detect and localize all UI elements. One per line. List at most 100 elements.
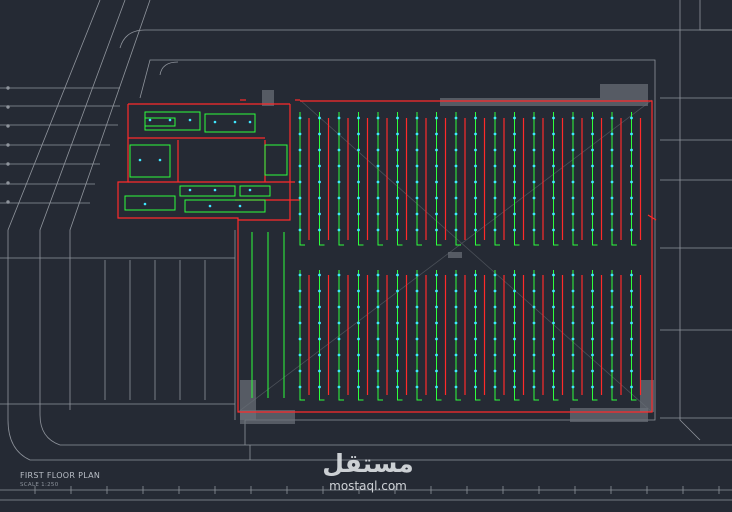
fixture-dot bbox=[298, 369, 302, 373]
fixture-dot bbox=[435, 196, 438, 200]
fixture-dot bbox=[513, 180, 516, 184]
fixture-dot bbox=[138, 158, 142, 162]
fixture-dot bbox=[376, 180, 380, 184]
fixture-dot bbox=[376, 212, 380, 216]
fixture-dot bbox=[532, 305, 536, 309]
drawing-scale: SCALE 1:250 bbox=[20, 482, 59, 488]
fixture-dot bbox=[552, 289, 555, 293]
fixture-dot bbox=[591, 116, 594, 120]
site-line bbox=[159, 61, 179, 76]
circuit-run bbox=[358, 112, 364, 246]
office-circuit bbox=[129, 144, 171, 178]
fixture-dot bbox=[435, 180, 438, 184]
fixture-dot bbox=[454, 385, 458, 389]
fixture-dot bbox=[435, 116, 438, 120]
fixture-dot bbox=[552, 337, 555, 341]
drawing-title: FIRST FLOOR PLAN bbox=[20, 471, 101, 480]
fixture-dot bbox=[474, 369, 477, 373]
fixture-dot bbox=[158, 158, 162, 162]
fixture-dot bbox=[591, 132, 594, 136]
fixture-dot bbox=[415, 353, 419, 357]
fixture-dot bbox=[318, 164, 321, 168]
circuit-run bbox=[553, 270, 559, 401]
circuit-run bbox=[436, 270, 442, 401]
grid-node bbox=[6, 143, 10, 147]
fixture-dot bbox=[376, 116, 380, 120]
fixture-dot bbox=[248, 188, 252, 192]
circuit-run bbox=[533, 270, 539, 401]
fixture-dot bbox=[415, 369, 419, 373]
fixture-dot bbox=[513, 116, 516, 120]
fixture-dot bbox=[213, 120, 217, 124]
fixture-dot bbox=[532, 212, 536, 216]
fixture-dot bbox=[474, 180, 477, 184]
fixture-dot bbox=[513, 164, 516, 168]
circuit-run bbox=[592, 270, 598, 401]
fixture-dot bbox=[571, 353, 575, 357]
circuit-run bbox=[455, 112, 461, 246]
fixture-dot bbox=[454, 148, 458, 152]
fixture-dot bbox=[610, 212, 614, 216]
cad-floor-plan bbox=[0, 0, 732, 501]
fixture-dot bbox=[474, 148, 477, 152]
site-line bbox=[7, 0, 732, 461]
fixture-dot bbox=[474, 353, 477, 357]
fixture-dot bbox=[610, 132, 614, 136]
fixture-dot bbox=[513, 273, 516, 277]
grid-node bbox=[6, 105, 10, 109]
fixture-dot bbox=[357, 289, 360, 293]
fixture-dot bbox=[298, 196, 302, 200]
fixture-dot bbox=[493, 337, 497, 341]
fixture-dot bbox=[435, 385, 438, 389]
circuit-run bbox=[416, 270, 422, 401]
circuit-run bbox=[631, 270, 637, 401]
fixture-dot bbox=[357, 116, 360, 120]
fixture-dot bbox=[513, 337, 516, 341]
fixture-dot bbox=[318, 353, 321, 357]
fixture-dot bbox=[493, 385, 497, 389]
fixture-dot bbox=[357, 180, 360, 184]
fixture-dot bbox=[298, 148, 302, 152]
fixture-dot bbox=[493, 305, 497, 309]
fixture-dot bbox=[168, 118, 172, 122]
fixture-dot bbox=[298, 385, 302, 389]
fixture-dot bbox=[591, 273, 594, 277]
fixture-dot bbox=[435, 228, 438, 232]
fixture-dot bbox=[337, 164, 341, 168]
fixture-dot bbox=[571, 196, 575, 200]
fixture-dot bbox=[454, 369, 458, 373]
fixture-dot bbox=[298, 164, 302, 168]
fixture-dot bbox=[571, 385, 575, 389]
hatch-area bbox=[448, 252, 462, 258]
fixture-dot bbox=[474, 289, 477, 293]
fixture-dot bbox=[357, 196, 360, 200]
fixture-dot bbox=[532, 353, 536, 357]
fixture-dot bbox=[474, 385, 477, 389]
fixture-dot bbox=[571, 148, 575, 152]
fixture-dot bbox=[376, 305, 380, 309]
fixture-dot bbox=[376, 148, 380, 152]
fixture-dot bbox=[415, 180, 419, 184]
office-circuit bbox=[124, 195, 176, 211]
fixture-dot bbox=[298, 228, 302, 232]
office-circuit bbox=[179, 185, 236, 197]
fixture-dot bbox=[396, 132, 399, 136]
fixture-dot bbox=[454, 132, 458, 136]
fixture-dot bbox=[630, 164, 633, 168]
fixture-dot bbox=[610, 385, 614, 389]
fixture-dot bbox=[630, 369, 633, 373]
fixture-dot bbox=[630, 148, 633, 152]
fixture-dot bbox=[591, 228, 594, 232]
building-walls bbox=[117, 99, 657, 413]
fixture-dot bbox=[337, 196, 341, 200]
fixture-dot bbox=[493, 353, 497, 357]
fixture-dot bbox=[357, 385, 360, 389]
fixture-dot bbox=[376, 132, 380, 136]
fixture-dot bbox=[532, 164, 536, 168]
fixture-dot bbox=[571, 164, 575, 168]
fixture-dot bbox=[532, 321, 536, 325]
fixture-dot bbox=[337, 228, 341, 232]
fixture-dot bbox=[493, 196, 497, 200]
fixture-dot bbox=[357, 132, 360, 136]
fixture-dot bbox=[493, 164, 497, 168]
